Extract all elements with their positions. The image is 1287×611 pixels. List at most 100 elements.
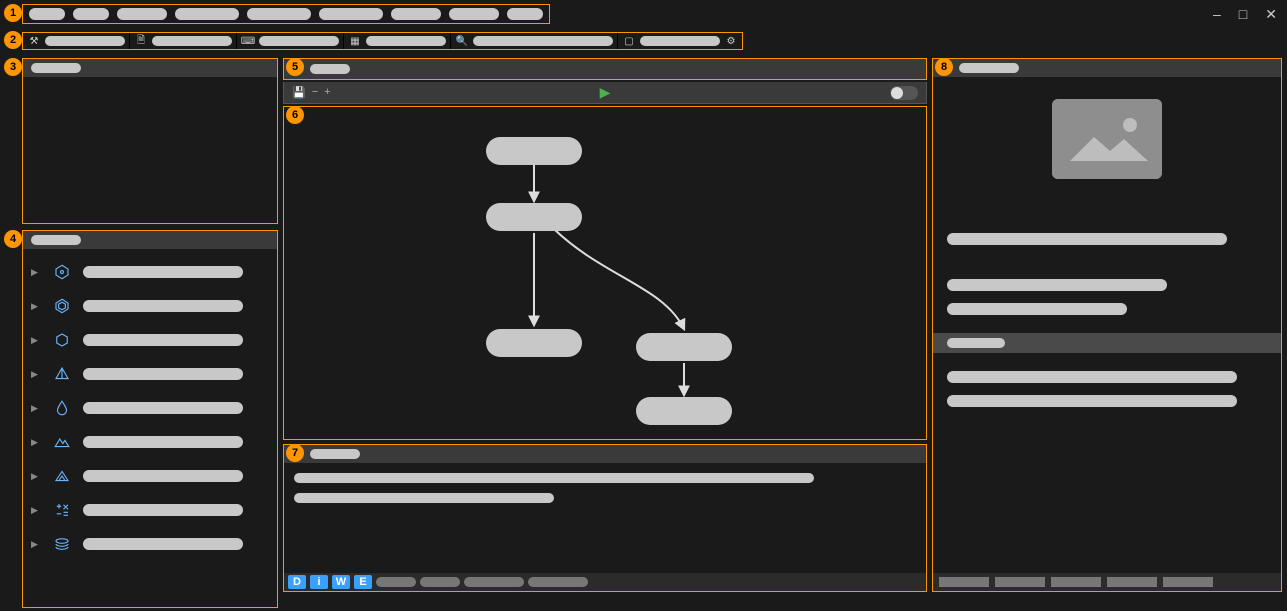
log-panel: D i W E xyxy=(283,444,927,592)
window-maximize-button[interactable]: □ xyxy=(1239,6,1247,23)
graph-node-begin[interactable] xyxy=(486,137,582,165)
graph-canvas[interactable] xyxy=(283,106,927,440)
menu-item-project[interactable] xyxy=(175,8,239,20)
layers-icon xyxy=(51,533,73,555)
grid-icon: ▦ xyxy=(348,34,362,48)
graph-edges xyxy=(284,107,926,439)
region-badge-2: 2 xyxy=(4,31,22,49)
palette-item[interactable]: ▶ xyxy=(23,531,277,557)
log-panel-title xyxy=(310,449,360,459)
toolbar-compile-label xyxy=(45,36,125,46)
palette-item[interactable]: ▶ xyxy=(23,259,277,285)
status-item xyxy=(1163,577,1213,587)
log-tab[interactable] xyxy=(464,577,524,587)
toolbar-compile-group[interactable]: ⚒ xyxy=(23,33,130,49)
log-tab[interactable] xyxy=(420,577,460,587)
hexagon-target-icon xyxy=(51,261,73,283)
details-info-line xyxy=(947,303,1127,315)
palette-panel-header xyxy=(23,231,277,249)
chevron-right-icon: ▶ xyxy=(31,505,41,516)
menu-item-view[interactable] xyxy=(117,8,167,20)
play-button[interactable]: ▶ xyxy=(600,84,611,101)
graph-node-print[interactable] xyxy=(636,333,732,361)
region-badge-8: 8 xyxy=(935,58,953,76)
toolbar-settings-group[interactable]: ▢ ⚙ xyxy=(618,33,742,49)
window-minimize-button[interactable]: – xyxy=(1213,6,1221,23)
gear-icon[interactable]: ⚙ xyxy=(724,34,738,48)
menu-item-edit[interactable] xyxy=(73,8,109,20)
menu-item-tools[interactable] xyxy=(391,8,441,20)
details-property-line xyxy=(947,395,1237,407)
log-filter-error[interactable]: E xyxy=(354,575,372,589)
palette-item[interactable]: ▶ xyxy=(23,497,277,523)
palette-item[interactable]: ▶ xyxy=(23,395,277,421)
chevron-right-icon: ▶ xyxy=(31,267,41,278)
save-icon[interactable]: 💾 xyxy=(292,86,306,99)
log-tab[interactable] xyxy=(528,577,588,587)
log-filter-debug[interactable]: D xyxy=(288,575,306,589)
zoom-out-icon[interactable]: − xyxy=(312,86,318,99)
palette-item-label xyxy=(83,504,243,516)
log-filter-warn[interactable]: W xyxy=(332,575,350,589)
palette-item-label xyxy=(83,334,243,346)
details-info-line xyxy=(947,233,1227,245)
details-section-header[interactable] xyxy=(933,333,1281,353)
chevron-right-icon: ▶ xyxy=(31,403,41,414)
window-close-button[interactable]: ✕ xyxy=(1265,6,1277,23)
palette-item[interactable]: ▶ xyxy=(23,327,277,353)
log-tab[interactable] xyxy=(376,577,416,587)
mountains-icon xyxy=(51,431,73,453)
details-panel-header xyxy=(933,59,1281,77)
graph-node-return[interactable] xyxy=(636,397,732,425)
palette-item-label xyxy=(83,538,243,550)
graph-node-branch[interactable] xyxy=(486,203,582,231)
log-filter-bar: D i W E xyxy=(284,573,926,591)
chevron-right-icon: ▶ xyxy=(31,539,41,550)
status-item xyxy=(939,577,989,587)
details-panel xyxy=(932,58,1282,592)
palette-item[interactable]: ▶ xyxy=(23,361,277,387)
palette-item[interactable]: ▶ xyxy=(23,293,277,319)
chevron-right-icon: ▶ xyxy=(31,335,41,346)
hexagon-icon xyxy=(51,295,73,317)
region-badge-1: 1 xyxy=(4,4,22,22)
palette-item[interactable]: ▶ xyxy=(23,429,277,455)
menu-item-window[interactable] xyxy=(449,8,499,20)
main-toolbar: ⚒ 🗎 ⌨ ▦ 🔍 ▢ ⚙ xyxy=(22,32,743,50)
live-preview-toggle[interactable] xyxy=(890,86,918,100)
menu-item-help[interactable] xyxy=(507,8,543,20)
details-panel-title xyxy=(959,63,1019,73)
outline-panel-header xyxy=(23,59,277,77)
editor-tab-bar xyxy=(283,58,927,80)
outline-panel-title xyxy=(31,63,81,73)
log-line xyxy=(294,473,814,483)
toolbar-grid-group[interactable]: ▦ xyxy=(344,33,451,49)
chevron-right-icon: ▶ xyxy=(31,301,41,312)
square-icon: ▢ xyxy=(622,34,636,48)
toolbar-search-field[interactable] xyxy=(473,36,613,46)
graph-node-setvalue[interactable] xyxy=(486,329,582,357)
log-filter-info[interactable]: i xyxy=(310,575,328,589)
menu-item-build[interactable] xyxy=(247,8,311,20)
palette-item[interactable]: ▶ xyxy=(23,463,277,489)
palette-list: ▶ ▶ ▶ ▶ ▶ ▶ ▶ xyxy=(23,249,277,567)
chevron-right-icon: ▶ xyxy=(31,369,41,380)
region-badge-7: 7 xyxy=(286,444,304,462)
toolbar-settings-label xyxy=(640,36,720,46)
palette-item-label xyxy=(83,402,243,414)
toolbar-search-group[interactable]: 🔍 xyxy=(451,33,618,49)
log-panel-header xyxy=(284,445,926,463)
toolbar-textmode-group[interactable]: ⌨ xyxy=(237,33,344,49)
palette-item-label xyxy=(83,470,243,482)
compile-icon: ⚒ xyxy=(27,34,41,48)
status-item xyxy=(1107,577,1157,587)
droplet-icon xyxy=(51,397,73,419)
menu-item-file[interactable] xyxy=(29,8,65,20)
zoom-in-icon[interactable]: + xyxy=(324,86,330,99)
menu-item-analyze[interactable] xyxy=(319,8,383,20)
details-status-bar xyxy=(933,573,1281,591)
toolbar-newgraph-group[interactable]: 🗎 xyxy=(130,33,237,49)
chevron-right-icon: ▶ xyxy=(31,471,41,482)
thumbnail-placeholder xyxy=(1052,99,1162,179)
editor-tab-title[interactable] xyxy=(310,64,350,74)
